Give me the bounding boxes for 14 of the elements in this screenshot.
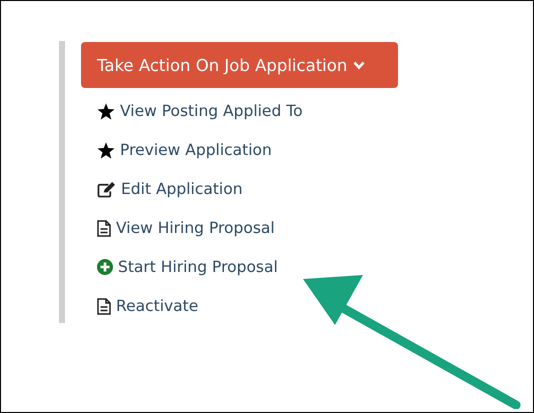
document-icon	[97, 298, 111, 314]
take-action-button[interactable]: Take Action On Job Application	[81, 42, 398, 88]
menu-link[interactable]: View Hiring Proposal	[116, 219, 275, 237]
chevron-down-icon	[353, 60, 366, 70]
edit-icon	[97, 180, 116, 198]
menu-link[interactable]: Reactivate	[116, 297, 198, 315]
menu-link[interactable]: Preview Application	[120, 141, 272, 159]
star-icon	[97, 142, 115, 158]
star-icon	[97, 102, 115, 120]
menu-link[interactable]: Edit Application	[121, 180, 243, 198]
menu-link[interactable]: Start Hiring Proposal	[118, 258, 278, 276]
menu-link[interactable]: View Posting Applied To	[120, 102, 303, 120]
plus-circle-icon	[97, 259, 113, 275]
document-icon	[97, 220, 111, 236]
